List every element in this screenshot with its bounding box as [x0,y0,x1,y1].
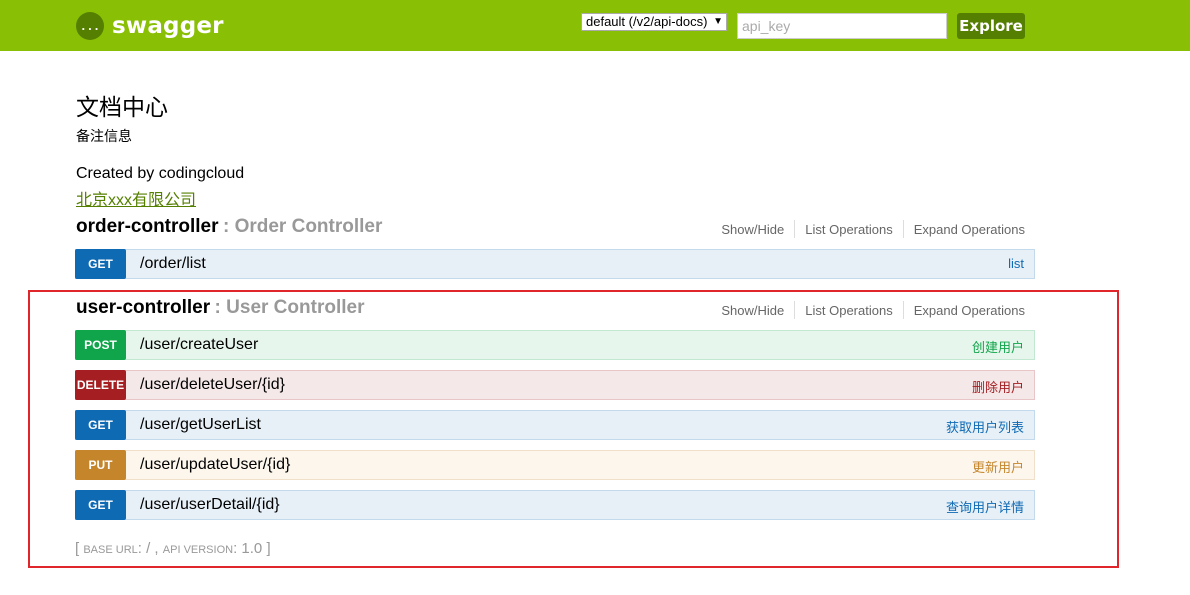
operation-path[interactable]: /user/userDetail/{id} [140,496,280,514]
explore-button[interactable]: Explore [957,13,1025,39]
operation-row[interactable]: DELETE /user/deleteUser/{id} 删除用户 [75,370,1035,400]
operation-summary[interactable]: 创建用户 [972,337,1024,356]
footer-close-bracket: ] [266,540,271,557]
swagger-brace-icon: {...} [76,12,104,40]
resource-name[interactable]: user-controller [76,297,210,318]
operation-summary[interactable]: list [1008,256,1024,271]
operation-summary[interactable]: 删除用户 [972,377,1024,396]
operation-summary[interactable]: 查询用户详情 [946,497,1024,516]
base-url-value: : / , [137,540,159,557]
operation-summary[interactable]: 更新用户 [972,457,1024,476]
operation-row[interactable]: PUT /user/updateUser/{id} 更新用户 [75,450,1035,480]
operation-path[interactable]: /user/updateUser/{id} [140,456,290,474]
page-description: 备注信息 [76,128,132,144]
list-operations-link[interactable]: List Operations [795,303,902,318]
expand-operations-link[interactable]: Expand Operations [904,222,1025,237]
operation-row[interactable]: GET /user/userDetail/{id} 查询用户详情 [75,490,1035,520]
operation-row[interactable]: POST /user/createUser 创建用户 [75,330,1035,360]
svg-text:{...}: {...} [80,20,100,33]
method-badge[interactable]: GET [75,490,126,520]
api-version-label: api version [162,544,234,556]
api-version-value: : 1.0 [233,540,263,557]
top-bar: {...} swagger default (/v2/api-docs) ▼ E… [0,0,1190,51]
footer-open-bracket: [ [75,540,80,557]
method-badge[interactable]: GET [75,249,126,279]
api-info-footer: [ base url: / , api version: 1.0 ] [75,540,271,557]
method-badge[interactable]: GET [75,410,126,440]
show-hide-link[interactable]: Show/Hide [711,222,794,237]
operation-path[interactable]: /user/deleteUser/{id} [140,376,285,394]
method-badge[interactable]: POST [75,330,126,360]
method-badge[interactable]: PUT [75,450,126,480]
expand-operations-link[interactable]: Expand Operations [904,303,1025,318]
base-url-label: base url [83,544,138,556]
operation-row[interactable]: GET /order/list list [75,249,1035,279]
list-operations-link[interactable]: List Operations [795,222,902,237]
resource-heading-order: order-controller : Order Controller Show… [76,216,1036,240]
operation-summary[interactable]: 获取用户列表 [946,417,1024,436]
resource-description: : User Controller [214,297,365,318]
resource-actions: Show/Hide List Operations Expand Operati… [711,301,1025,319]
spec-select-value: default (/v2/api-docs) [586,14,708,29]
resource-heading-user: user-controller : User Controller Show/H… [76,297,1036,321]
resource-description: : Order Controller [222,216,383,237]
resource-actions: Show/Hide List Operations Expand Operati… [711,220,1025,238]
operation-path[interactable]: /order/list [140,255,206,273]
resource-name[interactable]: order-controller [76,216,219,237]
method-badge[interactable]: DELETE [75,370,126,400]
operation-path[interactable]: /user/createUser [140,336,258,354]
logo-text: swagger [112,13,224,39]
dropdown-arrow-icon: ▼ [713,16,723,27]
page-title: 文档中心 [76,95,168,121]
operation-path[interactable]: /user/getUserList [140,416,261,434]
api-key-input[interactable] [737,13,947,39]
show-hide-link[interactable]: Show/Hide [711,303,794,318]
swagger-logo[interactable]: {...} swagger [76,11,224,41]
created-by-text: Created by codingcloud [76,165,245,182]
spec-select[interactable]: default (/v2/api-docs) ▼ [581,13,727,31]
contact-link[interactable]: 北京xxx有限公司 [76,186,196,210]
operation-row[interactable]: GET /user/getUserList 获取用户列表 [75,410,1035,440]
